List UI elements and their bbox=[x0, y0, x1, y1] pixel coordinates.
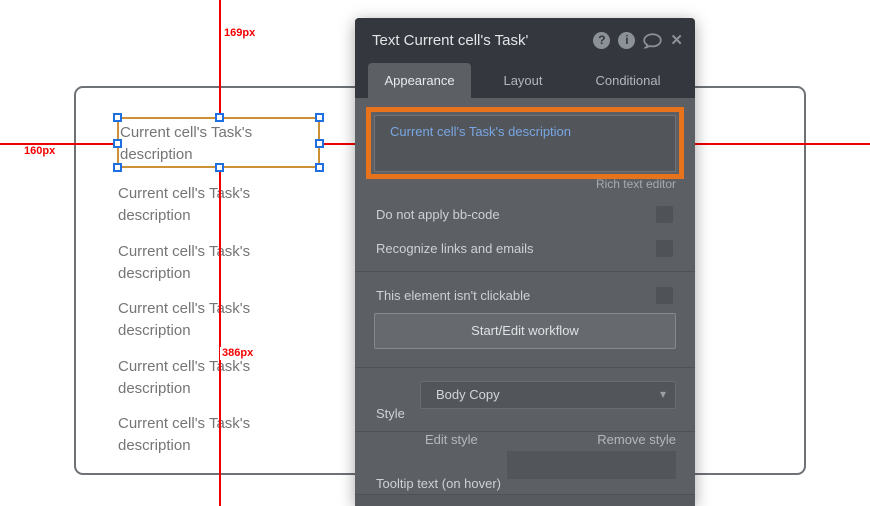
panel-title: Text Current cell's Task' bbox=[372, 32, 529, 49]
resize-handle-w[interactable] bbox=[113, 139, 122, 148]
tab-layout[interactable]: Layout bbox=[471, 63, 575, 98]
canvas-text-item[interactable]: Current cell's Task's description bbox=[118, 183, 318, 227]
section-divider bbox=[355, 431, 695, 432]
tooltip-text-input[interactable] bbox=[507, 451, 676, 479]
resize-handle-e[interactable] bbox=[315, 139, 324, 148]
tooltip-label: Tooltip text (on hover) bbox=[376, 476, 502, 491]
measurement-label-left: 160px bbox=[22, 145, 58, 158]
help-icon[interactable]: ? bbox=[593, 32, 611, 49]
chevron-down-icon: ▾ bbox=[659, 387, 666, 401]
resize-handle-se[interactable] bbox=[315, 163, 324, 172]
panel-header-icons: ? i ✕ bbox=[593, 32, 683, 49]
bbcode-checkbox[interactable] bbox=[656, 206, 673, 223]
close-icon[interactable]: ✕ bbox=[670, 32, 683, 49]
tab-appearance[interactable]: Appearance bbox=[368, 63, 471, 98]
property-editor-panel: Text Current cell's Task' ? i ✕ Appearan… bbox=[355, 18, 695, 506]
resize-handle-sw[interactable] bbox=[113, 163, 122, 172]
not-clickable-checkbox[interactable] bbox=[656, 287, 673, 304]
resize-handle-ne[interactable] bbox=[315, 113, 324, 122]
recognize-links-checkbox[interactable] bbox=[656, 240, 673, 257]
selected-text-element[interactable]: Current cell's Task's description bbox=[113, 113, 324, 172]
comment-icon[interactable] bbox=[643, 32, 663, 49]
bbcode-option-label: Do not apply bb-code bbox=[376, 207, 500, 222]
vertical-guide-line bbox=[219, 0, 221, 506]
not-clickable-label: This element isn't clickable bbox=[376, 288, 531, 303]
panel-footer bbox=[355, 495, 695, 506]
start-edit-workflow-button[interactable]: Start/Edit workflow bbox=[374, 313, 676, 349]
editor-canvas: Current cell's Task's description Curren… bbox=[0, 0, 870, 506]
remove-style-link[interactable]: Remove style bbox=[597, 432, 676, 447]
info-icon[interactable]: i bbox=[618, 32, 636, 49]
style-dropdown[interactable]: Body Copy ▾ bbox=[420, 381, 676, 409]
resize-handle-nw[interactable] bbox=[113, 113, 122, 122]
canvas-text-item[interactable]: Current cell's Task's description bbox=[118, 241, 318, 285]
style-label: Style bbox=[376, 406, 405, 421]
panel-header[interactable]: Text Current cell's Task' ? i ✕ bbox=[355, 18, 695, 63]
measurement-label-middle: 386px bbox=[220, 347, 256, 360]
tab-conditional[interactable]: Conditional bbox=[575, 63, 681, 98]
edit-style-link[interactable]: Edit style bbox=[425, 432, 478, 447]
resize-handle-n[interactable] bbox=[215, 113, 224, 122]
recognize-links-label: Recognize links and emails bbox=[376, 241, 534, 256]
selected-element-text: Current cell's Task's description bbox=[120, 124, 253, 163]
section-divider bbox=[355, 367, 695, 368]
section-divider bbox=[355, 271, 695, 272]
canvas-text-item[interactable]: Current cell's Task's description bbox=[118, 413, 318, 457]
panel-tabs: Appearance Layout Conditional bbox=[355, 63, 695, 98]
text-content-value: Current cell's Task's description bbox=[390, 124, 572, 139]
resize-handle-s[interactable] bbox=[215, 163, 224, 172]
text-content-field[interactable]: Current cell's Task's description bbox=[374, 115, 676, 172]
style-dropdown-value: Body Copy bbox=[436, 387, 500, 402]
canvas-text-item[interactable]: Current cell's Task's description bbox=[118, 356, 318, 400]
measurement-label-top: 169px bbox=[222, 27, 258, 40]
canvas-text-item[interactable]: Current cell's Task's description bbox=[118, 298, 318, 342]
rich-text-editor-link[interactable]: Rich text editor bbox=[596, 177, 676, 191]
